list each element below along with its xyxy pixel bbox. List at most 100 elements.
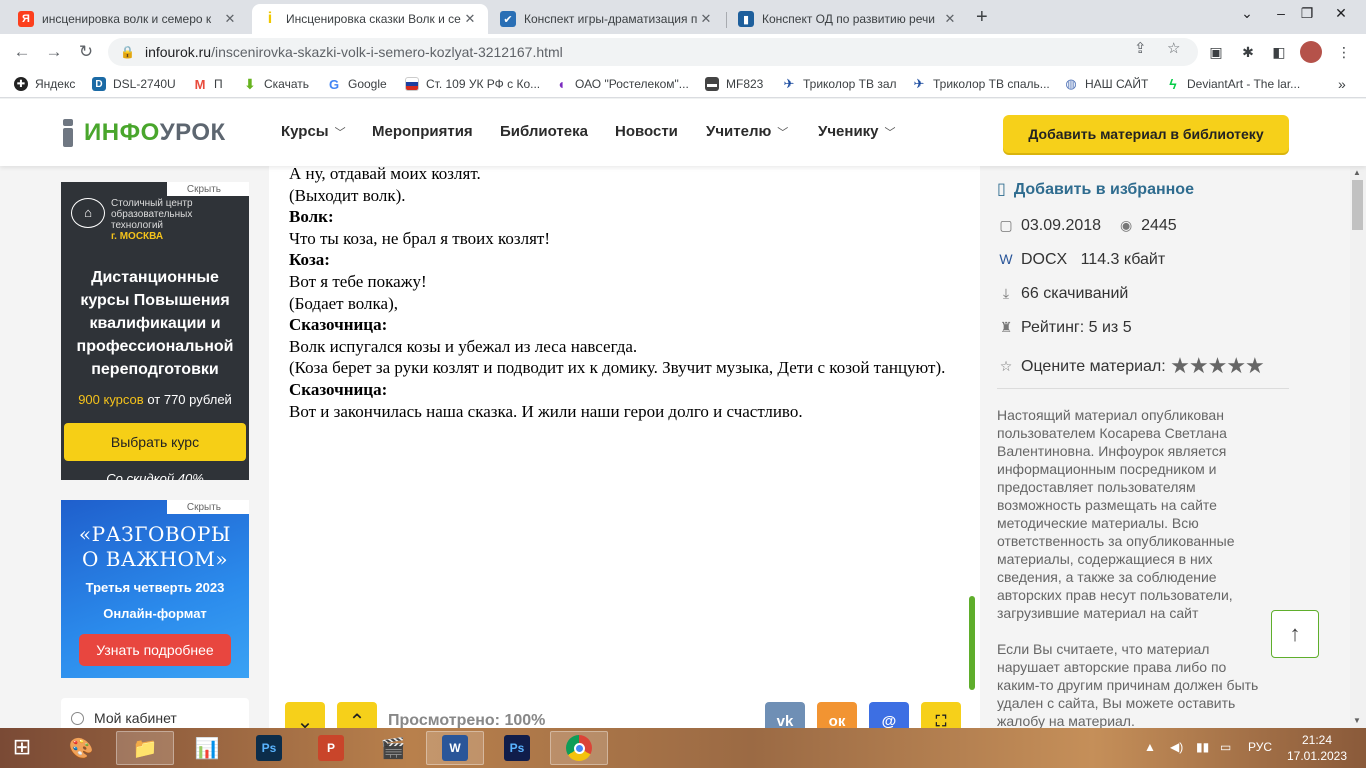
bookmark-item[interactable]: D DSL-2740U <box>92 76 176 92</box>
more-bookmarks-icon[interactable]: » <box>1338 76 1346 92</box>
tray-expand-icon[interactable]: ▲ <box>1144 740 1156 754</box>
site-icon: ◍ <box>1064 76 1078 91</box>
ok-share-button[interactable]: ок <box>817 702 857 728</box>
nav-courses[interactable]: Курсы ﹀ <box>281 123 346 140</box>
back-arrow-icon[interactable]: ← <box>10 40 34 64</box>
hide-ad-link[interactable]: Скрыть <box>166 500 249 514</box>
nav-library[interactable]: Библиотека <box>500 123 588 140</box>
logo-mark-icon <box>60 119 76 147</box>
document-scrollbar[interactable] <box>969 596 975 690</box>
extension-app-icon[interactable]: ▣ <box>1206 42 1226 62</box>
divider <box>997 388 1289 389</box>
ad-brand: ⌂ Столичный центр образовательных технол… <box>71 198 193 242</box>
eye-icon: ◉ <box>1119 217 1133 233</box>
scroll-down-button[interactable]: ⌄ <box>285 702 325 728</box>
share-icon[interactable]: ⇪ <box>1134 39 1147 57</box>
page-scrollbar[interactable]: ▲ ▼ <box>1350 166 1366 728</box>
bookmark-item[interactable]: ✚ Яндекс <box>14 76 75 92</box>
forward-arrow-icon[interactable]: → <box>42 40 66 64</box>
movie-maker-icon[interactable]: 🎬 <box>364 731 422 765</box>
document-viewer: А ну, отдавай моих козлят. (Выходит волк… <box>269 166 980 728</box>
app-glyph: Ps <box>256 735 282 761</box>
system-monitor-icon[interactable]: 📊 <box>178 731 236 765</box>
bookmark-item[interactable]: ▬ MF823 <box>705 76 763 92</box>
add-material-button[interactable]: Добавить материал в библиотеку <box>1003 115 1289 153</box>
choose-course-button[interactable]: Выбрать курс <box>64 423 246 461</box>
bookmark-item[interactable]: ϟ DeviantArt - The lar... <box>1166 76 1300 92</box>
lock-icon[interactable]: 🔒 <box>120 45 135 59</box>
vk-share-button[interactable]: vk <box>765 702 805 728</box>
language-indicator[interactable]: РУС <box>1248 740 1272 754</box>
rating-stars-input[interactable]: ★★★★★ <box>1170 353 1265 378</box>
bookmark-item[interactable]: ✈ Триколор ТВ зал <box>782 76 897 92</box>
network-icon[interactable]: ▮▮ <box>1196 740 1209 754</box>
browser-tab[interactable]: Я инсценировка волк и семеро к ✕ <box>8 4 248 34</box>
bookmark-item[interactable]: G Google <box>327 76 387 92</box>
windows-start-icon[interactable]: ⊞ <box>6 734 38 762</box>
viewed-percent: Просмотрено: 100% <box>388 712 546 728</box>
scroll-to-top-button[interactable]: ↑ <box>1271 610 1319 658</box>
doc-line: Вот и закончилась наша сказка. И жили на… <box>289 401 803 421</box>
add-to-favorites-link[interactable]: ▯ Добавить в избранное <box>997 179 1194 199</box>
doc-line: А ну, отдавай моих козлят. <box>289 166 481 183</box>
nav-student[interactable]: Ученику ﹀ <box>818 123 896 140</box>
side-panel-icon[interactable]: ◧ <box>1269 42 1289 62</box>
photoshop-icon-2[interactable]: Ps <box>488 731 546 765</box>
infourok-logo[interactable]: ИНФО УРОК <box>60 119 226 147</box>
mail-share-button[interactable]: @ <box>869 702 909 728</box>
powerpoint-icon[interactable]: P <box>302 731 360 765</box>
more-menu-icon[interactable]: ⋮ <box>1334 42 1354 62</box>
scroll-up-arrow-icon[interactable]: ▲ <box>1353 168 1361 177</box>
close-icon[interactable]: ✕ <box>222 11 238 27</box>
url-input[interactable]: 🔒 infourok.ru/inscenirovka-skazki-volk-i… <box>108 38 1198 66</box>
rostelecom-icon: ◖ <box>554 76 568 92</box>
reload-icon[interactable]: ↻ <box>74 40 98 64</box>
learn-more-button[interactable]: Узнать подробнее <box>79 634 231 666</box>
system-clock[interactable]: 21:24 17.01.2023 <box>1286 732 1348 764</box>
bookmark-item[interactable]: ◖ ОАО "Ростелеком"... <box>554 76 689 92</box>
my-cabinet-link[interactable]: Мой кабинет <box>61 698 249 728</box>
volume-icon[interactable]: ◀) <box>1170 740 1183 754</box>
tab-title: Конспект игры-драматизация п <box>524 12 698 26</box>
extensions-puzzle-icon[interactable]: ✱ <box>1238 42 1258 62</box>
paint-icon[interactable]: 🎨 <box>52 731 110 765</box>
scroll-down-arrow-icon[interactable]: ▼ <box>1353 716 1361 725</box>
bookmark-item[interactable]: ✈ Триколор ТВ спаль... <box>912 76 1050 92</box>
deviantart-icon: ϟ <box>1166 76 1180 92</box>
new-tab-icon[interactable]: + <box>976 6 988 29</box>
chrome-icon[interactable] <box>550 731 608 765</box>
bookmark-item[interactable]: Ст. 109 УК РФ с Ко... <box>405 76 540 92</box>
brand-text: Столичный центр образовательных технолог… <box>111 198 193 242</box>
bookmark-item[interactable]: ⬇ Скачать <box>243 76 309 92</box>
scroll-up-button[interactable]: ⌃ <box>337 702 377 728</box>
close-icon[interactable]: ✕ <box>462 11 478 27</box>
bookmark-item[interactable]: ◍ НАШ САЙТ <box>1064 76 1148 92</box>
nav-events[interactable]: Мероприятия <box>372 123 473 140</box>
discount-text: Со скидкой 40% <box>106 471 204 480</box>
course-ad-banner[interactable]: Скрыть ⌂ Столичный центр образовательных… <box>61 182 249 480</box>
hide-ad-link[interactable]: Скрыть <box>166 182 249 196</box>
scrollbar-thumb[interactable] <box>1352 180 1363 230</box>
bookmark-item[interactable]: MП <box>193 76 223 92</box>
nav-teacher[interactable]: Учителю ﹀ <box>706 123 788 140</box>
browser-tab-active[interactable]: i Инсценировка сказки Волк и се ✕ <box>252 4 488 34</box>
browser-tab[interactable]: ✔ Конспект игры-драматизация п ✕ <box>490 4 724 34</box>
important-talks-ad-banner[interactable]: Скрыть «РАЗГОВОРЫ О ВАЖНОМ» Третья четве… <box>61 500 249 678</box>
chevron-down-icon: ﹀ <box>777 127 789 139</box>
profile-avatar[interactable] <box>1300 41 1322 63</box>
word-icon[interactable]: W <box>426 731 484 765</box>
doc-speaker: Сказочница: <box>289 315 388 335</box>
bookmark-star-icon[interactable]: ☆ <box>1167 39 1180 57</box>
window-close-icon[interactable]: ✕ <box>1318 0 1364 30</box>
fullscreen-icon[interactable]: ⛶ <box>921 702 961 728</box>
doc-line: (Коза берет за руки козлят и подводит их… <box>289 358 946 378</box>
close-icon[interactable]: ✕ <box>942 11 958 27</box>
nav-news[interactable]: Новости <box>615 123 678 140</box>
browser-tab-strip: Я инсценировка волк и семеро к ✕ i Инсце… <box>0 0 1366 34</box>
battery-icon[interactable]: ▭ <box>1220 740 1231 754</box>
close-icon[interactable]: ✕ <box>698 11 714 27</box>
photoshop-icon[interactable]: Ps <box>240 731 298 765</box>
file-explorer-icon[interactable]: 📁 <box>116 731 174 765</box>
browser-tab[interactable]: ▮ Конспект ОД по развитию речи ✕ <box>728 4 968 34</box>
publish-date-row: ▢ 03.09.2018 ◉ 2445 <box>997 217 1176 235</box>
